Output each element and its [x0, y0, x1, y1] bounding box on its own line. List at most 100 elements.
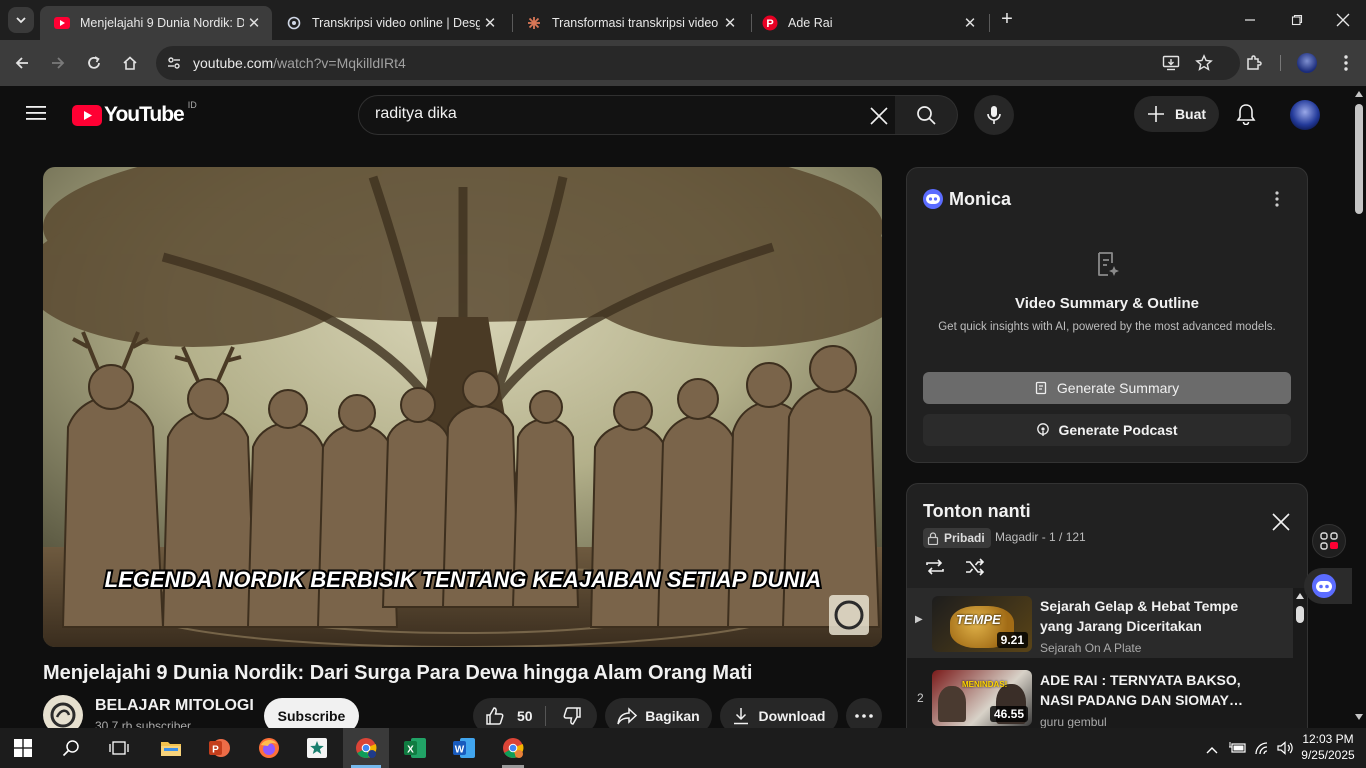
- tab-close-icon[interactable]: ✕: [480, 14, 500, 32]
- tab-transkripsi[interactable]: Transkripsi video online | Desgr ✕: [272, 6, 508, 40]
- search-box[interactable]: [358, 95, 896, 135]
- url-path: /watch?v=MqkilldIRt4: [273, 55, 406, 71]
- taskbar-powerpoint[interactable]: P: [196, 728, 242, 768]
- like-count: 50: [517, 708, 533, 724]
- start-button[interactable]: [0, 728, 46, 768]
- battery-icon[interactable]: [1228, 741, 1247, 760]
- chevron-down-icon: [16, 17, 26, 24]
- taskbar-search-button[interactable]: [48, 728, 94, 768]
- tab-transformasi[interactable]: Transformasi transkripsi video m ✕: [512, 6, 748, 40]
- word-icon: W: [453, 738, 475, 758]
- playlist-item-thumbnail: TEMPE 9.21: [932, 596, 1032, 652]
- profile-avatar[interactable]: [1297, 53, 1317, 73]
- monica-title: Monica: [949, 189, 1012, 209]
- search-button[interactable]: [895, 95, 958, 135]
- extensions-button[interactable]: [1243, 52, 1265, 74]
- close-playlist-button[interactable]: [1271, 512, 1291, 532]
- guide-menu-button[interactable]: [26, 105, 46, 123]
- youtube-icon: [54, 15, 70, 31]
- close-window-button[interactable]: [1333, 10, 1353, 30]
- playlist-scroll-up-icon[interactable]: [1296, 593, 1304, 599]
- chrome-menu-button[interactable]: [1335, 52, 1357, 74]
- volume-icon[interactable]: [1277, 741, 1295, 760]
- bookmark-star-icon[interactable]: [1195, 54, 1213, 77]
- close-icon: [1336, 13, 1350, 27]
- page-scrollbar[interactable]: [1352, 86, 1366, 728]
- playlist-title[interactable]: Tonton nanti: [923, 501, 1031, 522]
- arrow-right-icon: [52, 57, 65, 69]
- shuffle-button[interactable]: [964, 556, 986, 578]
- tab-close-icon[interactable]: ✕: [244, 14, 264, 32]
- tab-search-button[interactable]: [8, 7, 34, 33]
- svg-text:W: W: [455, 745, 465, 756]
- back-button[interactable]: [11, 52, 33, 74]
- generate-summary-button[interactable]: Generate Summary: [923, 372, 1291, 404]
- clear-search-icon[interactable]: [869, 106, 889, 131]
- clock[interactable]: 12:03 PM 9/25/2025: [1300, 731, 1356, 763]
- minimize-button[interactable]: [1240, 10, 1260, 30]
- openai-icon: [286, 15, 302, 31]
- taskbar-chrome-active[interactable]: [343, 728, 389, 768]
- voice-search-button[interactable]: [974, 95, 1014, 135]
- notifications-button[interactable]: [1236, 103, 1258, 127]
- kebab-menu-icon: [1275, 191, 1279, 207]
- taskbar-file-explorer[interactable]: [148, 728, 194, 768]
- video-player[interactable]: LEGENDA NORDIK BERBISIK TENTANG KEAJAIBA…: [43, 167, 882, 647]
- windows-logo-icon: [14, 739, 32, 757]
- playlist-meta: Magadir - 1 / 121: [995, 530, 1086, 544]
- taskbar-app-star[interactable]: [294, 728, 340, 768]
- address-bar[interactable]: youtube.com/watch?v=MqkilldIRt4: [156, 46, 1240, 80]
- generate-summary-label: Generate Summary: [1056, 380, 1180, 396]
- folder-icon: [161, 742, 181, 756]
- home-button[interactable]: [119, 52, 141, 74]
- monica-float-button[interactable]: [1304, 568, 1352, 604]
- monica-logo-icon: [923, 189, 943, 209]
- create-label: Buat: [1174, 106, 1207, 122]
- playlist-item[interactable]: ▶ TEMPE 9.21 Sejarah Gelap & Hebat Tempe…: [907, 588, 1293, 658]
- tab-close-icon[interactable]: ✕: [720, 14, 740, 32]
- clock-time: 12:03 PM: [1302, 732, 1354, 746]
- chrome-icon: [503, 738, 524, 758]
- generate-podcast-button[interactable]: Generate Podcast: [923, 414, 1291, 446]
- pinterest-icon: P: [762, 15, 778, 31]
- reload-button[interactable]: [83, 52, 105, 74]
- scroll-thumb[interactable]: [1355, 104, 1363, 214]
- share-label: Bagikan: [645, 708, 700, 724]
- search-input[interactable]: [375, 105, 855, 123]
- create-button[interactable]: Buat: [1134, 96, 1219, 132]
- channel-logo-icon: [50, 702, 76, 728]
- wifi-icon[interactable]: [1254, 741, 1270, 760]
- tab-close-icon[interactable]: ✕: [960, 14, 980, 32]
- install-app-icon[interactable]: [1162, 54, 1180, 77]
- chrome-icon: [356, 738, 377, 758]
- thumb-text: TEMPE: [956, 612, 1001, 627]
- monica-menu-button[interactable]: [1273, 190, 1281, 208]
- monica-panel: Monica Video Summary & Outline Get quick…: [906, 167, 1308, 463]
- loop-button[interactable]: [924, 556, 946, 578]
- taskbar-excel[interactable]: X: [392, 728, 438, 768]
- site-info-icon[interactable]: [166, 55, 182, 76]
- scroll-down-arrow-icon[interactable]: [1355, 714, 1363, 720]
- taskbar-firefox[interactable]: [246, 728, 292, 768]
- account-avatar[interactable]: [1290, 100, 1320, 130]
- task-view-button[interactable]: [96, 728, 142, 768]
- kebab-menu-icon: [1344, 55, 1348, 71]
- tab-ade-rai[interactable]: P Ade Rai ✕: [748, 6, 988, 40]
- playlist-item[interactable]: 2 MENINDAS! 46.55 ADE RAI : TERNYATA BAK…: [907, 658, 1293, 728]
- taskbar-word[interactable]: W: [441, 728, 487, 768]
- playlist-scroll-thumb[interactable]: [1296, 606, 1304, 623]
- scroll-up-arrow-icon[interactable]: [1355, 91, 1363, 97]
- monica-subtitle: Get quick insights with AI, powered by t…: [938, 321, 1276, 333]
- tray-overflow-chevron-icon[interactable]: [1206, 742, 1218, 760]
- taskbar-chrome-profile[interactable]: [490, 728, 536, 768]
- channel-name[interactable]: BELAJAR MITOLOGI: [95, 697, 254, 715]
- youtube-logo[interactable]: YouTube ID: [72, 100, 197, 127]
- forward-button[interactable]: [47, 52, 69, 74]
- monica-apps-button[interactable]: [1312, 524, 1346, 558]
- tab-title: Ade Rai: [788, 16, 833, 30]
- tab-youtube[interactable]: Menjelajahi 9 Dunia Nordik: Dari ✕: [40, 6, 272, 40]
- new-tab-button[interactable]: +: [996, 8, 1018, 30]
- arrow-left-icon: [15, 57, 28, 69]
- microphone-icon: [987, 106, 1001, 124]
- restore-button[interactable]: [1287, 10, 1307, 30]
